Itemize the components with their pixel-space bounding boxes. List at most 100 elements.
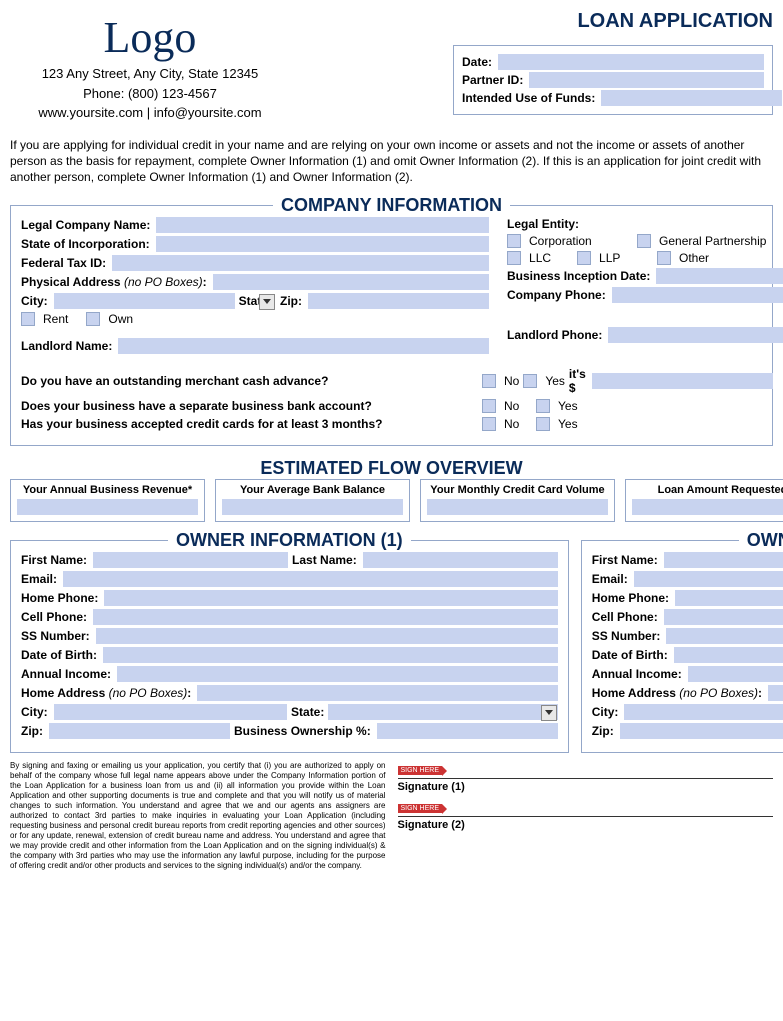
o1-cphone-input[interactable]	[93, 609, 558, 625]
o2-zip-label: Zip:	[592, 724, 614, 738]
llp-checkbox[interactable]	[577, 251, 591, 265]
o1-income-label: Annual Income:	[21, 667, 111, 681]
inception-input[interactable]	[656, 268, 783, 284]
corp-checkbox[interactable]	[507, 234, 521, 248]
o1-last-label: Last Name:	[292, 553, 357, 567]
own-checkbox[interactable]	[86, 312, 100, 326]
meta-box: Date: Partner ID: Intended Use of Funds:	[453, 45, 773, 115]
sign-here-tag-1: SIGN HERE	[398, 766, 443, 775]
company-phone-input[interactable]	[612, 287, 783, 303]
o2-addr-input[interactable]	[768, 685, 783, 701]
o2-email-input[interactable]	[634, 571, 783, 587]
phys-addr-input[interactable]	[213, 274, 489, 290]
o1-zip-input[interactable]	[49, 723, 230, 739]
its-input[interactable]	[592, 373, 773, 389]
signature-line-2[interactable]	[398, 815, 774, 817]
o2-city-input[interactable]	[624, 704, 783, 720]
o1-dob-input[interactable]	[103, 647, 558, 663]
q3-no-checkbox[interactable]	[482, 417, 496, 431]
header-right: LOAN APPLICATION Date: Partner ID: Inten…	[453, 10, 773, 123]
o2-first-input[interactable]	[664, 552, 783, 568]
o1-email-input[interactable]	[63, 571, 558, 587]
funds-label: Intended Use of Funds:	[462, 91, 595, 105]
o1-own-input[interactable]	[377, 723, 558, 739]
date-input[interactable]	[498, 54, 764, 70]
o1-state-label: State:	[291, 705, 324, 719]
o2-ssn-label: SS Number:	[592, 629, 661, 643]
q1-no-checkbox[interactable]	[482, 374, 496, 388]
landlord-phone-input[interactable]	[608, 327, 783, 343]
company-section-title: COMPANY INFORMATION	[273, 195, 510, 215]
header-area: Logo 123 Any Street, Any City, State 123…	[10, 10, 773, 123]
owner1-title: OWNER INFORMATION (1)	[168, 530, 411, 550]
q1-label: Do you have an outstanding merchant cash…	[21, 374, 482, 388]
gp-checkbox[interactable]	[637, 234, 651, 248]
company-phone-label: Company Phone:	[507, 288, 606, 302]
o1-email-label: Email:	[21, 572, 57, 586]
llc-checkbox[interactable]	[507, 251, 521, 265]
o2-income-input[interactable]	[688, 666, 783, 682]
loan-label: Loan Amount Requested	[632, 484, 783, 496]
o1-ssn-input[interactable]	[96, 628, 558, 644]
q1-yes-checkbox[interactable]	[523, 374, 537, 388]
partner-input[interactable]	[529, 72, 764, 88]
landlord-name-input[interactable]	[118, 338, 489, 354]
o1-state-select[interactable]	[328, 704, 557, 720]
o1-last-input[interactable]	[363, 552, 558, 568]
o1-zip-label: Zip:	[21, 724, 43, 738]
city-input[interactable]	[54, 293, 235, 309]
instructions-text: If you are applying for individual credi…	[10, 137, 773, 186]
bank-input[interactable]	[222, 499, 403, 515]
zip-input[interactable]	[308, 293, 489, 309]
own-label: Own	[108, 312, 133, 326]
cc-input[interactable]	[427, 499, 608, 515]
q2-no-checkbox[interactable]	[482, 399, 496, 413]
page-title: LOAN APPLICATION	[453, 10, 773, 33]
o2-cphone-input[interactable]	[664, 609, 783, 625]
o2-dob-input[interactable]	[674, 647, 783, 663]
other-label: Other	[679, 251, 709, 265]
signature-line-1[interactable]	[398, 777, 774, 779]
q2-label: Does your business have a separate busin…	[21, 399, 482, 413]
company-web: www.yoursite.com | info@yoursite.com	[10, 103, 290, 123]
company-left-col: Legal Company Name: State of Incorporati…	[21, 214, 489, 357]
state-inc-input[interactable]	[156, 236, 489, 252]
flow-section: Your Annual Business Revenue* Your Avera…	[10, 479, 773, 522]
owner2-section: OWNER INFORMATION (2) First Name: Last N…	[581, 530, 783, 753]
revenue-input[interactable]	[17, 499, 198, 515]
its-label: it's $	[569, 367, 586, 395]
legal-name-input[interactable]	[156, 217, 489, 233]
q2-yes-checkbox[interactable]	[536, 399, 550, 413]
cc-label: Your Monthly Credit Card Volume	[427, 484, 608, 496]
o1-addr-input[interactable]	[197, 685, 557, 701]
signature1-label: Signature (1)	[398, 781, 774, 793]
corp-label: Corporation	[529, 234, 619, 248]
o1-ssn-label: SS Number:	[21, 629, 90, 643]
company-section: COMPANY INFORMATION Legal Company Name: …	[10, 195, 773, 446]
o1-dob-label: Date of Birth:	[21, 648, 97, 662]
legal-name-label: Legal Company Name:	[21, 218, 150, 232]
loan-input[interactable]	[632, 499, 783, 515]
inception-label: Business Inception Date:	[507, 269, 650, 283]
rent-checkbox[interactable]	[21, 312, 35, 326]
q3-yes-checkbox[interactable]	[536, 417, 550, 431]
q3-label: Has your business accepted credit cards …	[21, 417, 482, 431]
city-label: City:	[21, 294, 48, 308]
o2-zip-input[interactable]	[620, 723, 783, 739]
funds-input[interactable]	[601, 90, 782, 106]
logo-block: Logo 123 Any Street, Any City, State 123…	[10, 10, 290, 123]
o1-first-label: First Name:	[21, 553, 87, 567]
date-label: Date:	[462, 55, 492, 69]
o1-income-input[interactable]	[117, 666, 558, 682]
o2-hphone-input[interactable]	[675, 590, 783, 606]
o1-first-input[interactable]	[93, 552, 288, 568]
o1-own-label: Business Ownership %:	[234, 724, 371, 738]
legal-entity-label: Legal Entity:	[507, 217, 579, 231]
fedtax-input[interactable]	[112, 255, 489, 271]
o2-ssn-input[interactable]	[666, 628, 783, 644]
company-address: 123 Any Street, Any City, State 12345	[10, 64, 290, 84]
o1-city-input[interactable]	[54, 704, 287, 720]
phys-addr-label: Physical Address (no PO Boxes):	[21, 275, 207, 289]
o1-hphone-input[interactable]	[104, 590, 557, 606]
other-checkbox[interactable]	[657, 251, 671, 265]
